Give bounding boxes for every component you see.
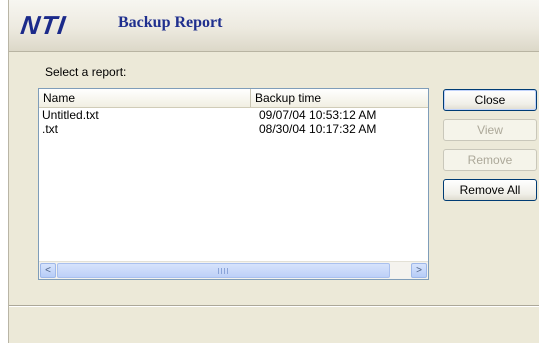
report-name: Untitled.txt xyxy=(42,108,99,122)
window-title: Backup Report xyxy=(118,14,223,31)
scroll-thumb[interactable] xyxy=(57,263,390,278)
column-header-name[interactable]: Name xyxy=(39,89,251,107)
close-button[interactable]: Close xyxy=(443,89,537,111)
remove-all-button[interactable]: Remove All xyxy=(443,179,537,201)
list-item[interactable]: Untitled.txt 09/07/04 10:53:12 AM xyxy=(39,108,428,122)
report-name: .txt xyxy=(42,122,59,136)
list-header: Name Backup time xyxy=(39,89,428,108)
backup-report-window: NTI Backup Report Select a report: Name … xyxy=(8,0,539,343)
header-bar: NTI Backup Report xyxy=(9,0,539,52)
column-header-backup-time[interactable]: Backup time xyxy=(251,89,428,107)
scroll-left-button[interactable]: < xyxy=(40,263,56,278)
scroll-grip-icon xyxy=(218,268,228,274)
view-button[interactable]: View xyxy=(443,119,537,141)
footer-divider xyxy=(9,305,539,307)
select-report-label: Select a report: xyxy=(45,65,127,79)
remove-button[interactable]: Remove xyxy=(443,149,537,171)
horizontal-scrollbar[interactable]: < > xyxy=(39,261,428,279)
report-backup-time: 09/07/04 10:53:12 AM xyxy=(259,108,377,122)
report-backup-time: 08/30/04 10:17:32 AM xyxy=(259,122,377,136)
nti-logo: NTI xyxy=(18,10,69,40)
list-item[interactable]: .txt 08/30/04 10:17:32 AM xyxy=(39,122,428,136)
scroll-right-button[interactable]: > xyxy=(411,263,427,278)
report-list[interactable]: Name Backup time Untitled.txt 09/07/04 1… xyxy=(38,88,429,280)
list-rows: Untitled.txt 09/07/04 10:53:12 AM .txt 0… xyxy=(39,108,428,136)
